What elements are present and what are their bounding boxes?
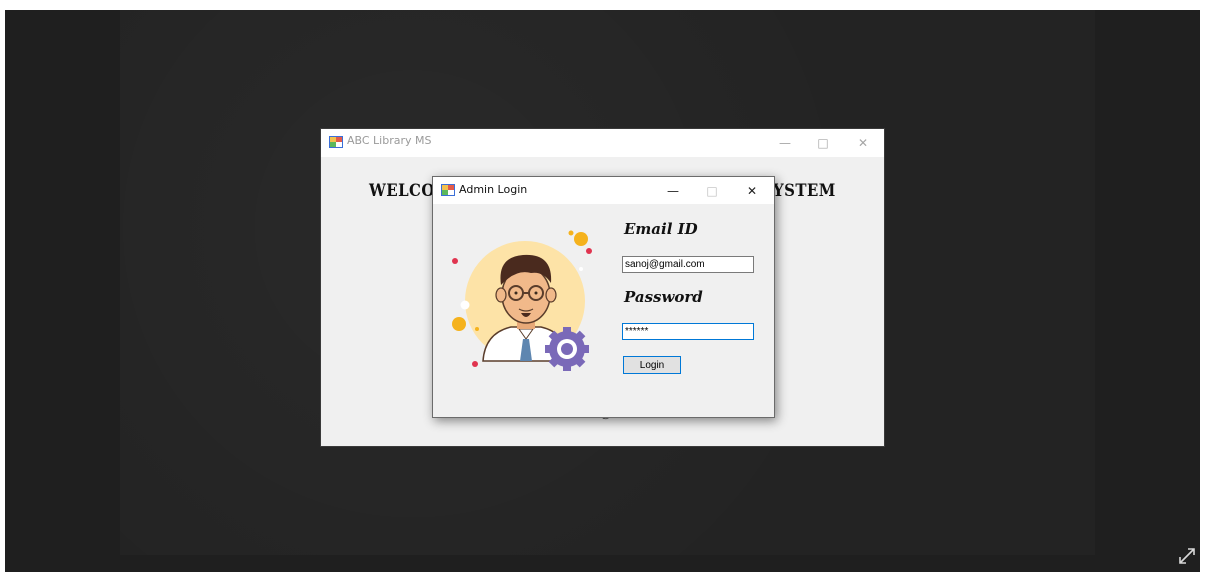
main-minimize-button[interactable]: — (771, 129, 799, 157)
maximize-icon: □ (706, 184, 718, 198)
minimize-icon: — (667, 184, 679, 198)
password-label: Password (624, 288, 703, 306)
main-window-title: ABC Library MS (347, 134, 432, 147)
email-label: Email ID (624, 220, 698, 238)
close-icon: ✕ (857, 136, 869, 150)
dialog-minimize-button[interactable]: — (659, 177, 687, 205)
login-button[interactable]: Login (623, 356, 681, 374)
minimize-icon: — (779, 136, 791, 150)
app-window-icon (441, 184, 455, 196)
email-field[interactable] (622, 256, 754, 273)
maximize-icon: □ (817, 136, 829, 150)
main-close-button[interactable]: ✕ (849, 129, 877, 157)
admin-avatar-illustration (452, 230, 592, 371)
app-window-icon (329, 136, 343, 148)
main-titlebar[interactable]: ABC Library MS — □ ✕ (321, 129, 884, 157)
admin-login-dialog: Admin Login — □ ✕ Email ID sanoj@gmail.c… (432, 176, 775, 418)
dialog-titlebar[interactable]: Admin Login — □ ✕ (433, 177, 774, 204)
password-field[interactable] (622, 323, 754, 340)
dialog-close-button[interactable]: ✕ (738, 177, 766, 205)
dialog-title: Admin Login (459, 183, 528, 196)
close-icon: ✕ (746, 184, 758, 198)
welcome-heading-right: YSTEM (773, 181, 836, 201)
dialog-maximize-button[interactable]: □ (698, 177, 726, 205)
welcome-heading-left: WELCO (369, 181, 435, 201)
main-maximize-button[interactable]: □ (809, 129, 837, 157)
expand-icon[interactable] (1177, 546, 1197, 566)
